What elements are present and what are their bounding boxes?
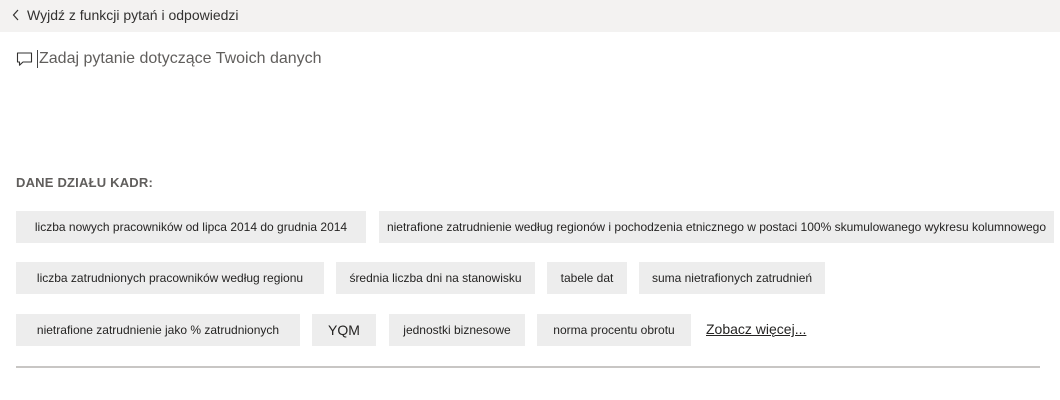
chat-bubble-icon bbox=[16, 52, 33, 66]
suggestion-chip[interactable]: tabele dat bbox=[547, 262, 627, 294]
text-cursor bbox=[37, 50, 38, 68]
exit-qna-button[interactable]: Wyjdź z funkcji pytań i odpowiedzi bbox=[12, 5, 239, 25]
see-more-link[interactable]: Zobacz więcej... bbox=[706, 321, 806, 337]
suggestion-chip[interactable]: nietrafione zatrudnienie jako % zatrudni… bbox=[16, 314, 300, 346]
suggestion-chip[interactable]: liczba nowych pracowników od lipca 2014 … bbox=[16, 211, 366, 243]
suggestion-chip[interactable]: nietrafione zatrudnienie według regionów… bbox=[379, 211, 1054, 243]
suggestion-chip[interactable]: norma procentu obrotu bbox=[537, 314, 691, 346]
chevron-left-icon bbox=[12, 9, 19, 21]
suggestions-section-label: DANE DZIAŁU KADR: bbox=[16, 175, 153, 190]
exit-qna-label: Wyjdź z funkcji pytań i odpowiedzi bbox=[27, 7, 239, 23]
suggestion-chip[interactable]: suma nietrafionych zatrudnień bbox=[639, 262, 825, 294]
suggestion-chip[interactable]: liczba zatrudnionych pracowników według … bbox=[16, 262, 324, 294]
suggestion-chip[interactable]: jednostki biznesowe bbox=[389, 314, 525, 346]
question-box[interactable] bbox=[16, 47, 739, 71]
question-input[interactable] bbox=[39, 50, 739, 68]
suggestion-chip[interactable]: YQM bbox=[312, 314, 376, 346]
top-bar: Wyjdź z funkcji pytań i odpowiedzi bbox=[0, 0, 1060, 32]
suggestion-chip[interactable]: średnia liczba dni na stanowisku bbox=[336, 262, 535, 294]
divider bbox=[16, 366, 1040, 368]
